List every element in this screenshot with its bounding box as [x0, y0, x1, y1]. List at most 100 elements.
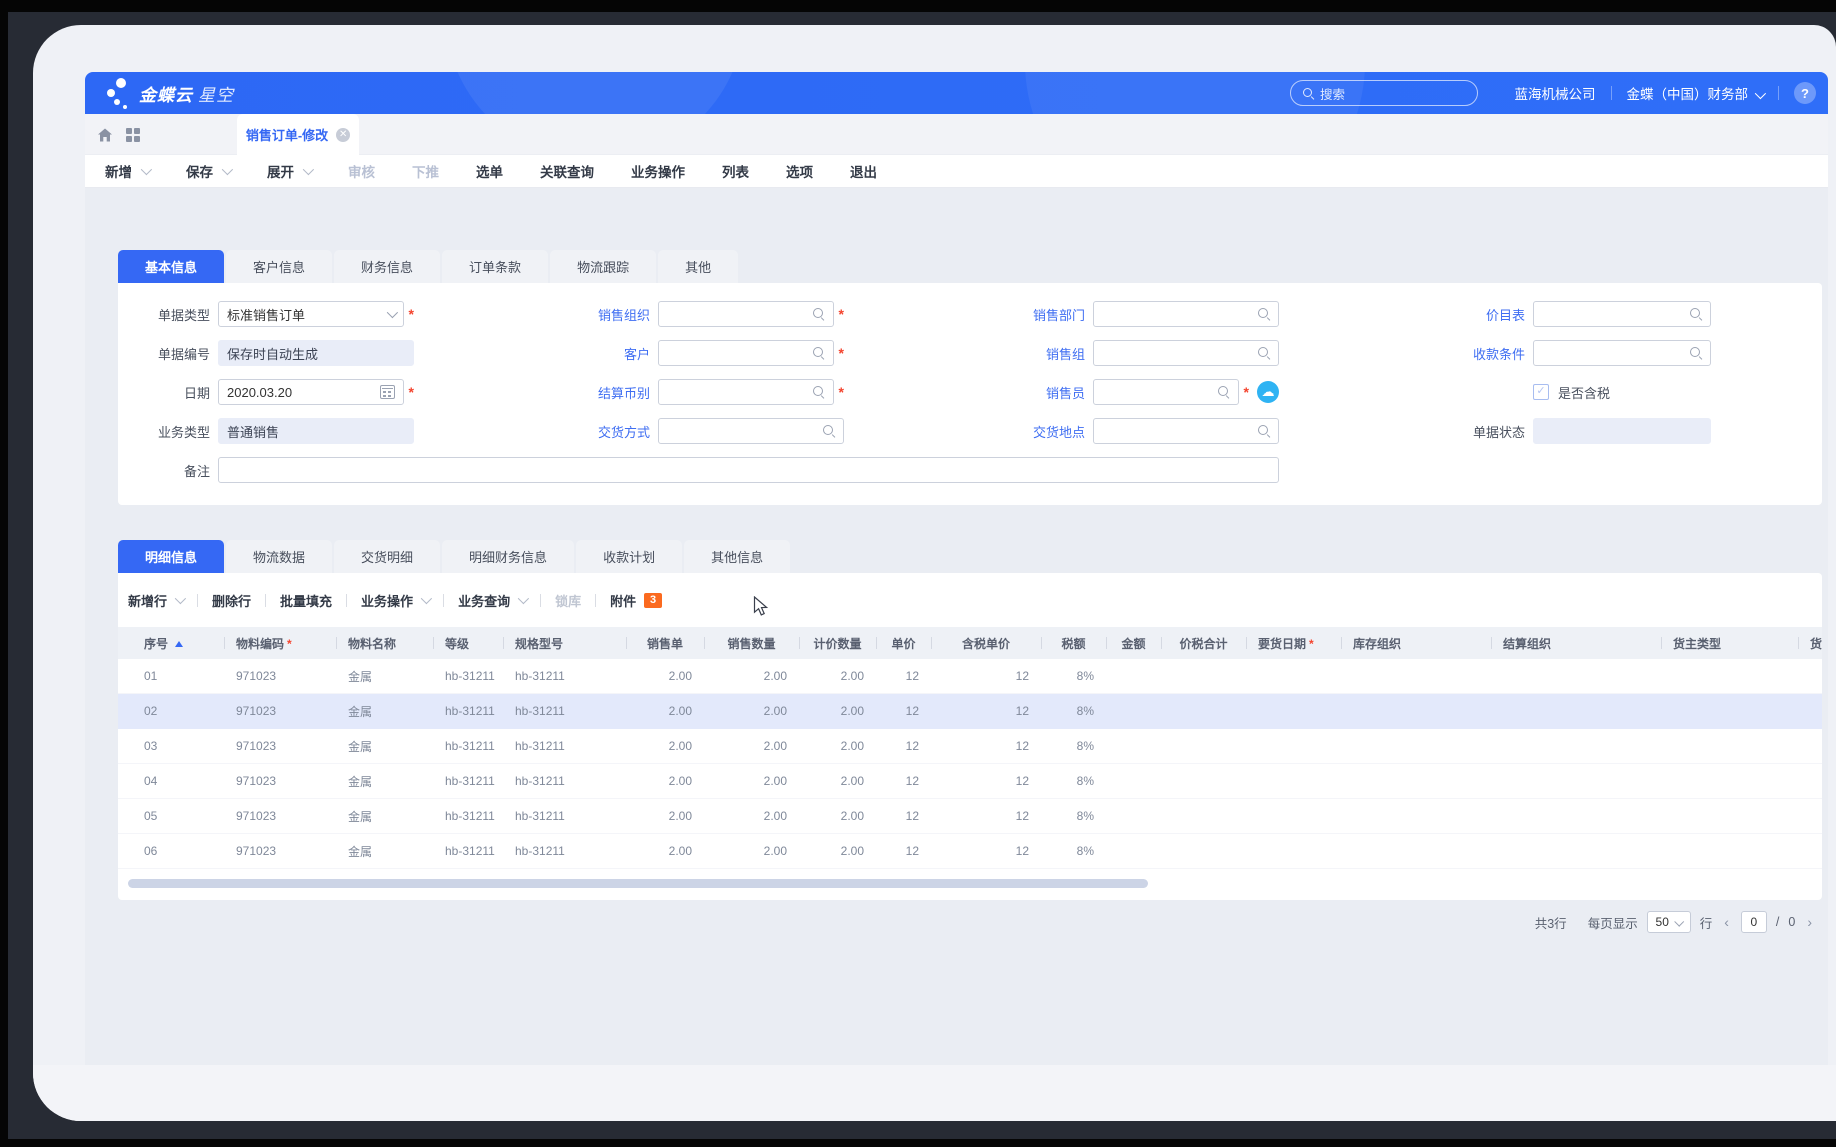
sale-dept-lookup[interactable]	[1093, 301, 1279, 327]
search-icon[interactable]	[1690, 308, 1702, 320]
cell-material-name[interactable]: 金属	[336, 729, 433, 764]
column-header-amount[interactable]: 金额	[1106, 627, 1161, 659]
column-header-amount-with-tax[interactable]: 价税合计	[1161, 627, 1246, 659]
toolbar-expand[interactable]: 展开	[267, 161, 311, 181]
detail-toolbar-attachment[interactable]: 附件3	[610, 591, 662, 610]
cell-tax-unit-price[interactable]: 12	[931, 694, 1041, 729]
cell-sale-unit[interactable]: 2.00	[626, 694, 704, 729]
cell-sale-qty[interactable]: 2.00	[704, 834, 799, 869]
cell-price-qty[interactable]: 2.00	[799, 694, 876, 729]
detail-toolbar-biz-operation[interactable]: 业务操作	[361, 591, 429, 610]
tab-receipt-plan[interactable]: 收款计划	[576, 540, 682, 573]
cell-amount-with-tax[interactable]	[1161, 694, 1246, 729]
cell-sale-qty[interactable]: 2.00	[704, 659, 799, 694]
cell-stock-org[interactable]	[1341, 764, 1491, 799]
cell-owner-type[interactable]	[1661, 799, 1798, 834]
date-field[interactable]: 2020.03.20	[218, 379, 404, 405]
cell-unit-price[interactable]: 12	[876, 694, 931, 729]
column-header-demand-date[interactable]: 要货日期*	[1246, 627, 1341, 659]
cell-grade[interactable]: hb-31211	[433, 694, 503, 729]
cell-material-code[interactable]: 971023	[224, 834, 336, 869]
field-label-recv-condition[interactable]: 收款条件	[1287, 344, 1525, 363]
cell-material-code[interactable]: 971023	[224, 659, 336, 694]
calendar-icon[interactable]	[380, 385, 395, 399]
cell-amount-with-tax[interactable]	[1161, 834, 1246, 869]
cell-grade[interactable]: hb-31211	[433, 659, 503, 694]
tab-logistics-tracking[interactable]: 物流跟踪	[550, 250, 656, 283]
cell-sale-qty[interactable]: 2.00	[704, 729, 799, 764]
home-icon[interactable]	[97, 127, 113, 143]
cell-owner-type[interactable]	[1661, 834, 1798, 869]
search-input[interactable]: 搜索	[1290, 80, 1478, 106]
cell-unit-price[interactable]: 12	[876, 834, 931, 869]
sale-org-lookup[interactable]	[658, 301, 834, 327]
column-header-grade[interactable]: 等级	[433, 627, 503, 659]
cell-grade[interactable]: hb-31211	[433, 799, 503, 834]
table-row[interactable]: 04971023金属hb-31211hb-312112.002.002.0012…	[118, 764, 1822, 799]
tab-logistics-data[interactable]: 物流数据	[226, 540, 332, 573]
per-page-select[interactable]: 50	[1647, 911, 1691, 933]
detail-toolbar-batch-fill[interactable]: 批量填充	[280, 591, 332, 610]
column-header-price-qty[interactable]: 计价数量	[799, 627, 876, 659]
cell-material-name[interactable]: 金属	[336, 694, 433, 729]
cell-sale-unit[interactable]: 2.00	[626, 659, 704, 694]
cell-sale-qty[interactable]: 2.00	[704, 694, 799, 729]
column-header-material-code[interactable]: 物料编码*	[224, 627, 336, 659]
price-list-lookup[interactable]	[1533, 301, 1711, 327]
next-page-button[interactable]: ›	[1804, 914, 1815, 930]
cell-owner[interactable]	[1798, 799, 1822, 834]
cell-amount[interactable]	[1106, 834, 1161, 869]
sort-asc-icon[interactable]	[175, 641, 183, 647]
cell-sale-qty[interactable]: 2.00	[704, 799, 799, 834]
cell-owner-type[interactable]	[1661, 694, 1798, 729]
cell-unit-price[interactable]: 12	[876, 659, 931, 694]
field-label-currency[interactable]: 结算币别	[422, 383, 650, 402]
cell-settle-org[interactable]	[1491, 834, 1661, 869]
cell-material-code[interactable]: 971023	[224, 694, 336, 729]
column-header-owner[interactable]: 货主	[1798, 627, 1822, 659]
horizontal-scrollbar[interactable]	[128, 879, 1148, 888]
column-header-tax-unit-price[interactable]: 含税单价	[931, 627, 1041, 659]
table-row[interactable]: 03971023金属hb-31211hb-312112.002.002.0012…	[118, 729, 1822, 764]
detail-toolbar-biz-query[interactable]: 业务查询	[458, 591, 526, 610]
tab-other[interactable]: 其他	[658, 250, 738, 283]
cell-settle-org[interactable]	[1491, 729, 1661, 764]
toolbar-biz-operation[interactable]: 业务操作	[631, 161, 685, 181]
customer-lookup[interactable]	[658, 340, 834, 366]
cell-unit-price[interactable]: 12	[876, 799, 931, 834]
cell-sale-qty[interactable]: 2.00	[704, 764, 799, 799]
cell-sale-unit[interactable]: 2.00	[626, 764, 704, 799]
cell-stock-org[interactable]	[1341, 694, 1491, 729]
page-number-input[interactable]: 0	[1741, 911, 1767, 933]
cell-settle-org[interactable]	[1491, 659, 1661, 694]
table-row[interactable]: 05971023金属hb-31211hb-312112.002.002.0012…	[118, 799, 1822, 834]
tab-basic-info[interactable]: 基本信息	[118, 250, 224, 283]
field-label-delivery-place[interactable]: 交货地点	[852, 422, 1085, 441]
close-tab-icon[interactable]: ✕	[336, 128, 350, 142]
tab-detail-finance-info[interactable]: 明细财务信息	[442, 540, 574, 573]
cell-amount[interactable]	[1106, 799, 1161, 834]
cell-sale-unit[interactable]: 2.00	[626, 729, 704, 764]
toolbar-options[interactable]: 选项	[786, 161, 813, 181]
sale-group-lookup[interactable]	[1093, 340, 1279, 366]
cell-tax-amount[interactable]: 8%	[1041, 729, 1106, 764]
cell-seq[interactable]: 05	[118, 799, 224, 834]
cell-tax-unit-price[interactable]: 12	[931, 659, 1041, 694]
column-header-seq[interactable]: 序号	[118, 627, 224, 659]
cell-spec-model[interactable]: hb-31211	[503, 834, 626, 869]
tax-included-checkbox[interactable]: ✓	[1533, 384, 1549, 400]
cell-spec-model[interactable]: hb-31211	[503, 764, 626, 799]
table-row[interactable]: 06971023金属hb-31211hb-312112.002.002.0012…	[118, 834, 1822, 869]
user-department-menu[interactable]: 金蝶（中国）财务部	[1627, 83, 1764, 103]
tab-customer-info[interactable]: 客户信息	[226, 250, 332, 283]
recv-condition-lookup[interactable]	[1533, 340, 1711, 366]
cell-owner-type[interactable]	[1661, 659, 1798, 694]
cell-demand-date[interactable]	[1246, 659, 1341, 694]
field-label-delivery-mode[interactable]: 交货方式	[422, 422, 650, 441]
help-button[interactable]: ?	[1794, 82, 1816, 104]
delivery-place-lookup[interactable]	[1093, 418, 1279, 444]
tab-delivery-detail[interactable]: 交货明细	[334, 540, 440, 573]
cell-tax-amount[interactable]: 8%	[1041, 834, 1106, 869]
cell-settle-org[interactable]	[1491, 764, 1661, 799]
cell-owner-type[interactable]	[1661, 764, 1798, 799]
